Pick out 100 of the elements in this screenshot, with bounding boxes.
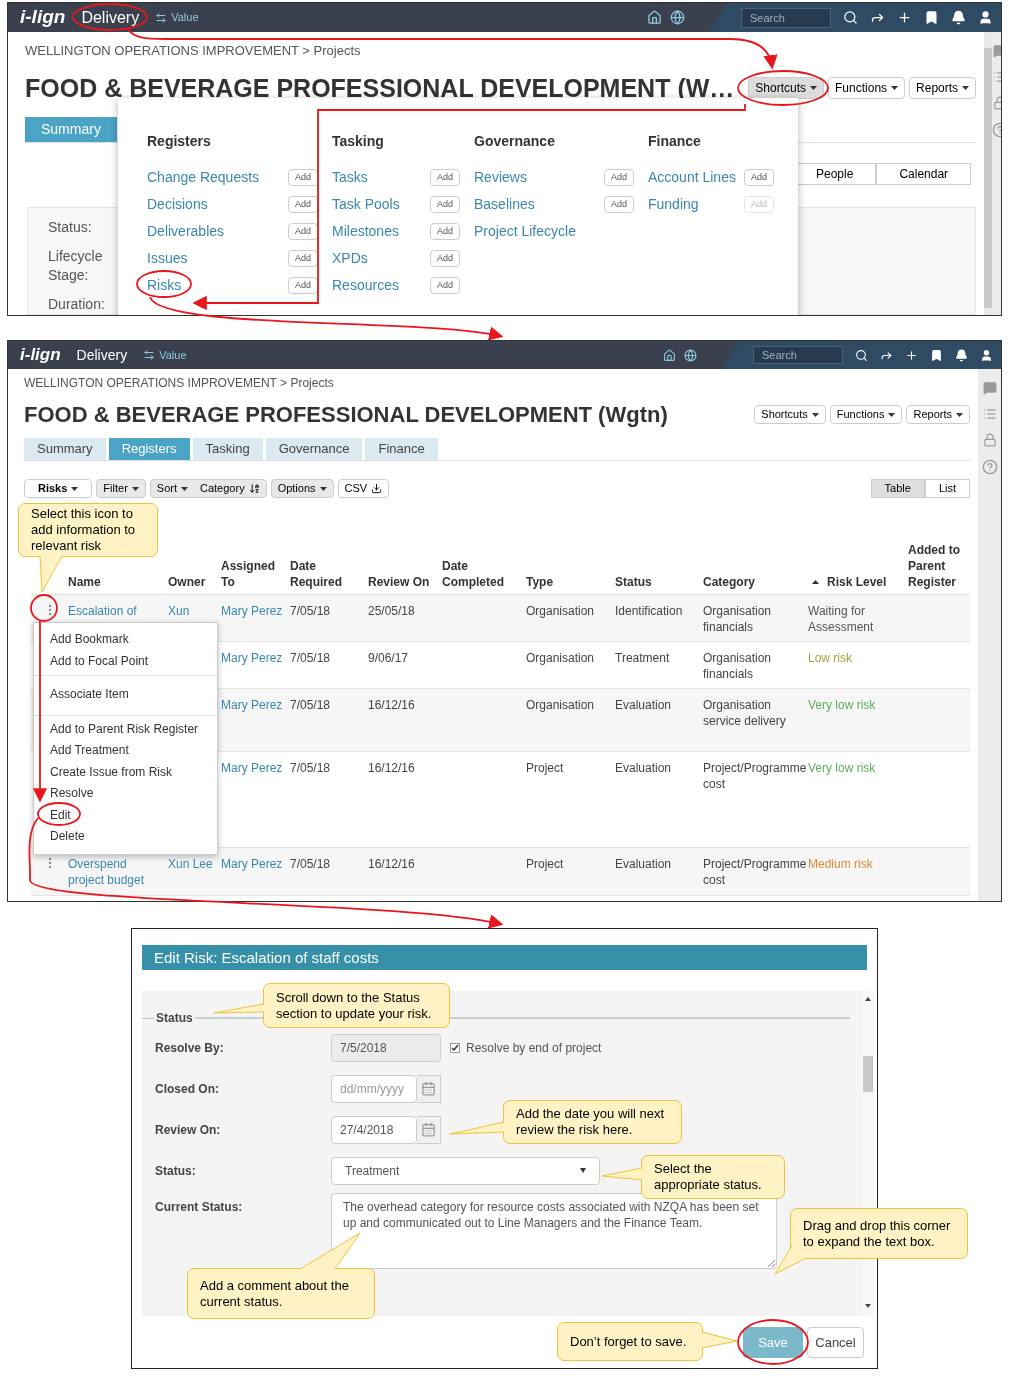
table-cell[interactable]: Mary Perez [221,760,286,776]
shortcut-link[interactable]: Account Lines [648,167,736,188]
search-field[interactable]: Search [753,346,843,364]
column-header[interactable]: Owner [168,574,210,590]
menu-button[interactable]: Shortcuts [748,77,825,100]
menu-item[interactable]: Add to Focal Point [34,650,217,672]
menu-button[interactable]: Reports [909,77,977,100]
tab[interactable]: Finance [365,438,438,460]
column-header[interactable]: Type [526,574,558,590]
add-button[interactable]: Add [604,196,634,213]
date-field[interactable]: 27/4/2018 [331,1115,417,1144]
tab[interactable]: Governance [265,438,363,460]
plus-icon[interactable] [905,348,918,362]
plus-icon[interactable] [897,10,912,25]
swap-icon[interactable] [155,11,168,24]
module-name[interactable]: Delivery [76,344,128,366]
toolbar-button[interactable]: Options [270,479,334,498]
toolbar-button[interactable]: Risks [24,479,93,498]
column-header[interactable]: Date Completed [442,558,526,590]
scrollbar-thumb[interactable] [863,1056,873,1092]
column-header[interactable]: Name [68,574,105,590]
add-button[interactable]: Add [430,169,460,186]
search-icon[interactable] [843,10,858,25]
bookmark-icon[interactable] [930,348,943,362]
calendar-button[interactable] [417,1115,441,1144]
table-cell[interactable]: Mary Perez [221,856,286,872]
module-name[interactable]: Delivery [81,5,140,30]
view-toggle[interactable]: List [924,479,970,498]
shortcut-link[interactable]: XPDs [332,248,368,269]
search-icon[interactable] [855,348,868,362]
text-area[interactable]: The overhead category for resource costs associated with NZQA has been set up and communicated out to Line Managers and the Finance Team. [331,1193,777,1269]
add-button[interactable]: Add [744,169,774,186]
search-field[interactable]: Search [741,7,831,28]
shortcut-link[interactable]: Project Lifecycle [474,221,576,242]
menu-button[interactable]: Shortcuts [754,405,826,424]
shortcut-link[interactable]: Milestones [332,221,399,242]
view-toggle[interactable]: Table [870,479,925,498]
view-button[interactable]: Calendar [876,163,972,185]
table-cell[interactable]: Escalation of [68,603,164,619]
menu-item[interactable]: Delete [34,826,217,848]
shortcut-link[interactable]: Risks [147,275,182,296]
table-cell[interactable]: Mary Perez [221,697,286,713]
column-header[interactable]: Review On [368,574,434,590]
shortcut-link[interactable]: Baselines [474,194,535,215]
toolbar-button[interactable]: Filter [96,479,146,498]
table-cell[interactable]: Mary Perez [221,603,286,619]
add-button[interactable]: Add [430,250,460,267]
column-header[interactable]: Risk Level [827,574,891,590]
shortcut-link[interactable]: Task Pools [332,194,400,215]
menu-item[interactable]: Add to Parent Risk Register [34,718,217,740]
menu-item[interactable]: Add Bookmark [34,629,217,651]
user-icon[interactable] [980,348,993,362]
column-header[interactable]: Added to Parent Register [908,542,970,590]
scroll-up-icon[interactable] [865,997,871,1001]
menu-button[interactable]: Functions [829,405,903,424]
user-icon[interactable] [978,10,993,25]
home-icon[interactable] [647,10,662,25]
table-cell[interactable]: Xun [168,603,217,619]
csv-button[interactable]: CSV [337,479,390,498]
table-cell[interactable]: Overspend project budget [68,856,164,888]
tab[interactable]: Summary [24,438,106,460]
menu-item[interactable]: Associate Item [34,684,217,706]
shortcut-link[interactable]: Resources [332,275,399,296]
bell-icon[interactable] [955,348,968,362]
calendar-button[interactable] [417,1074,441,1103]
home-icon[interactable] [663,348,676,362]
shortcut-link[interactable]: Issues [147,248,188,269]
resize-handle-icon[interactable] [768,1260,775,1267]
shortcut-link[interactable]: Tasks [332,167,368,188]
table-cell[interactable]: Mary Perez [221,650,286,666]
column-header[interactable]: Category [703,574,759,590]
switch-link[interactable]: Value [171,9,199,26]
logo[interactable]: i-lign [20,3,66,32]
bell-icon[interactable] [951,10,966,25]
column-header[interactable]: Assigned To [221,558,290,590]
add-button[interactable]: Add [430,196,460,213]
scroll-down-icon[interactable] [865,1304,871,1308]
status-select[interactable]: Treatment [331,1156,600,1185]
menu-item[interactable]: Create Issue from Risk [34,761,217,783]
shortcut-link[interactable]: Reviews [474,167,527,188]
table-cell[interactable]: Xun Lee [168,856,217,872]
menu-button[interactable]: Reports [906,405,970,424]
menu-item[interactable]: Add Treatment [34,740,217,762]
add-button[interactable]: Add [604,169,634,186]
shortcut-link[interactable]: Deliverables [147,221,225,242]
menu-button[interactable]: Functions [828,77,906,100]
date-field[interactable]: dd/mm/yyyy [331,1074,417,1103]
add-button[interactable]: Add [430,223,460,240]
swap-icon[interactable] [143,349,156,361]
switch-link[interactable]: Value [159,346,187,364]
menu-item[interactable]: Edit [34,804,217,826]
column-header[interactable]: Status [615,574,656,590]
tab[interactable]: Tasking [192,438,263,460]
globe-icon[interactable] [670,10,685,25]
shortcut-link[interactable]: Change Requests [147,167,260,188]
logo[interactable]: i-lign [20,342,61,368]
menu-item[interactable]: Resolve [34,783,217,805]
column-header[interactable]: Date Required [290,558,368,590]
bookmark-icon[interactable] [924,10,939,25]
add-button[interactable]: Add [430,277,460,294]
